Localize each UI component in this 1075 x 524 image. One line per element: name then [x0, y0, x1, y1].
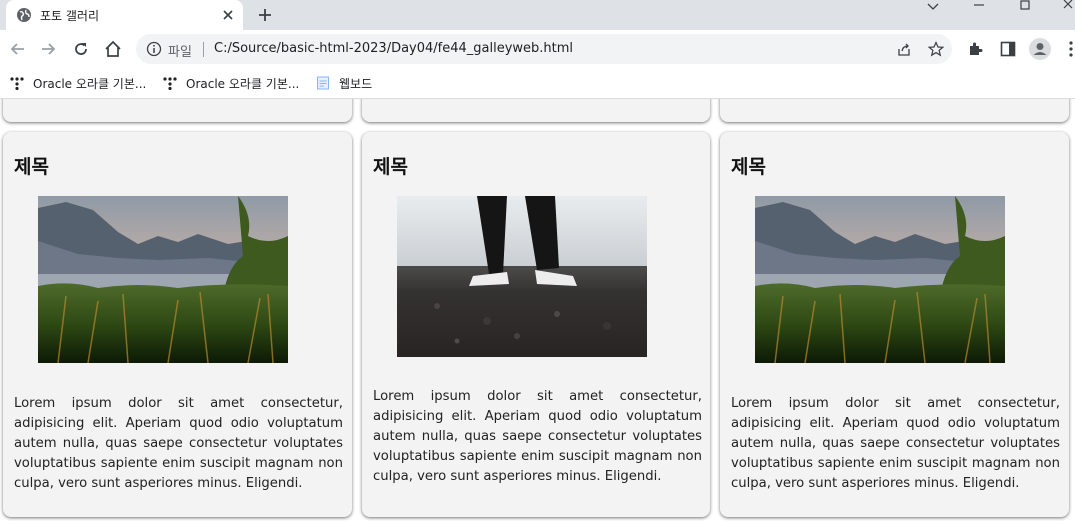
star-bookmark-icon[interactable]	[928, 41, 944, 57]
gallery-card: 제목 Lorem ipsum dolor sit amet consectetu…	[720, 132, 1069, 517]
bookmarks-bar: Oracle 오라클 기본... Oracle 오라클 기본... 웹보드	[0, 68, 1075, 99]
oracle-favicon-icon	[10, 77, 24, 90]
gallery-card-partial	[362, 99, 710, 122]
gallery-card-partial	[3, 99, 352, 122]
address-bar[interactable]: 파일 C:/Source/basic-html-2023/Day04/fe44_…	[136, 34, 952, 64]
lake-landscape-photo	[755, 196, 1005, 363]
bookmark-item[interactable]: Oracle 오라클 기본...	[163, 73, 299, 93]
new-tab-plus-icon[interactable]	[256, 6, 274, 24]
side-panel-icon[interactable]	[999, 40, 1017, 58]
gallery-card-partial	[720, 99, 1069, 122]
tab-search-chevron-icon[interactable]	[924, 0, 942, 18]
menu-kebab-icon[interactable]	[1062, 40, 1075, 58]
card-title: 제목	[14, 156, 49, 178]
back-arrow-icon[interactable]	[8, 39, 28, 59]
bookmark-item[interactable]: 웹보드	[316, 73, 372, 93]
oracle-favicon-icon	[163, 77, 177, 90]
tab-title: 포토 갤러리	[40, 9, 100, 23]
extensions-puzzle-icon[interactable]	[967, 40, 985, 58]
card-title: 제목	[373, 156, 408, 178]
gallery-card: 제목 Lorem ipsum dolor sit amet consectetu…	[3, 132, 352, 517]
gallery-card: 제목 Lorem ipsum dolor sit amet consectetu…	[362, 132, 710, 517]
bookmark-label: Oracle 오라클 기본...	[33, 76, 147, 91]
reload-icon[interactable]	[71, 39, 91, 59]
card-description: Lorem ipsum dolor sit amet consectetur, …	[731, 396, 1060, 491]
profile-avatar-icon[interactable]	[1029, 38, 1051, 60]
page-viewport[interactable]: 제목 Lorem ipsum dolor sit amet consectetu…	[0, 99, 1075, 524]
scheme-label: 파일	[168, 45, 192, 60]
forward-arrow-icon[interactable]	[38, 39, 58, 59]
close-icon[interactable]	[220, 7, 236, 23]
card-title: 제목	[731, 156, 766, 178]
home-icon[interactable]	[103, 39, 123, 59]
info-icon[interactable]	[146, 41, 162, 57]
share-icon[interactable]	[896, 41, 912, 57]
bookmark-label: 웹보드	[339, 76, 373, 91]
card-description: Lorem ipsum dolor sit amet consectetur, …	[373, 389, 702, 484]
lake-landscape-photo	[38, 196, 288, 363]
minimize-icon[interactable]	[970, 0, 988, 18]
maximize-icon[interactable]	[1016, 0, 1034, 18]
close-window-icon[interactable]	[1060, 0, 1075, 18]
url-text[interactable]: C:/Source/basic-html-2023/Day04/fe44_gal…	[214, 41, 573, 56]
card-description: Lorem ipsum dolor sit amet consectetur, …	[14, 396, 343, 491]
document-page-icon	[317, 76, 329, 90]
bookmark-item[interactable]: Oracle 오라클 기본...	[10, 73, 146, 93]
tab-strip: 포토 갤러리	[0, 0, 1075, 30]
browser-toolbar: 파일 C:/Source/basic-html-2023/Day04/fe44_…	[0, 30, 1075, 68]
person-feet-photo	[397, 196, 647, 357]
globe-icon	[17, 8, 31, 22]
tab-active[interactable]: 포토 갤러리	[6, 0, 243, 30]
url-divider	[203, 42, 204, 57]
bookmark-label: Oracle 오라클 기본...	[186, 76, 300, 91]
